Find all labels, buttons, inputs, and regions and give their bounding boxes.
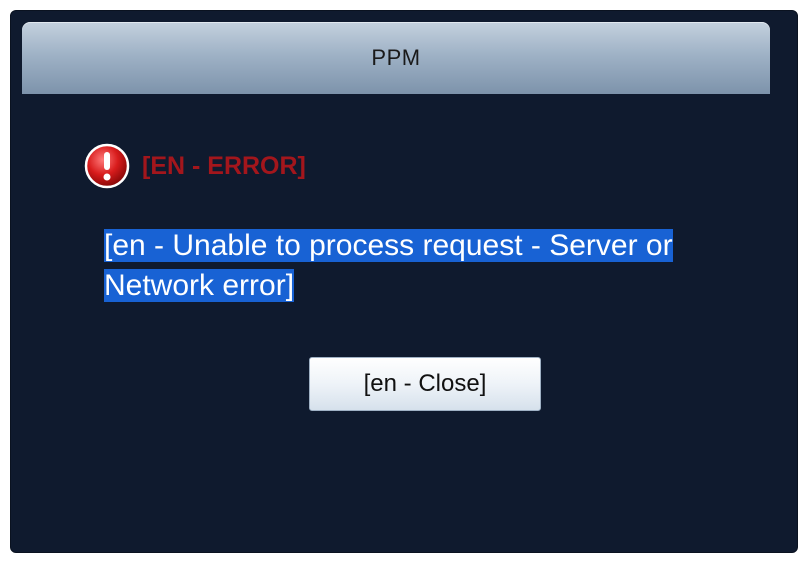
error-header: [EN - ERROR] xyxy=(84,142,306,190)
error-message: [en - Unable to process request - Server… xyxy=(104,226,744,306)
dialog-title: PPM xyxy=(371,45,421,70)
dialog-titlebar: PPM xyxy=(22,22,770,94)
error-exclamation-icon xyxy=(84,143,130,189)
error-label: [EN - ERROR] xyxy=(142,151,306,180)
error-message-text: [en - Unable to process request - Server… xyxy=(104,229,673,302)
close-button[interactable]: [en - Close] xyxy=(309,357,541,411)
